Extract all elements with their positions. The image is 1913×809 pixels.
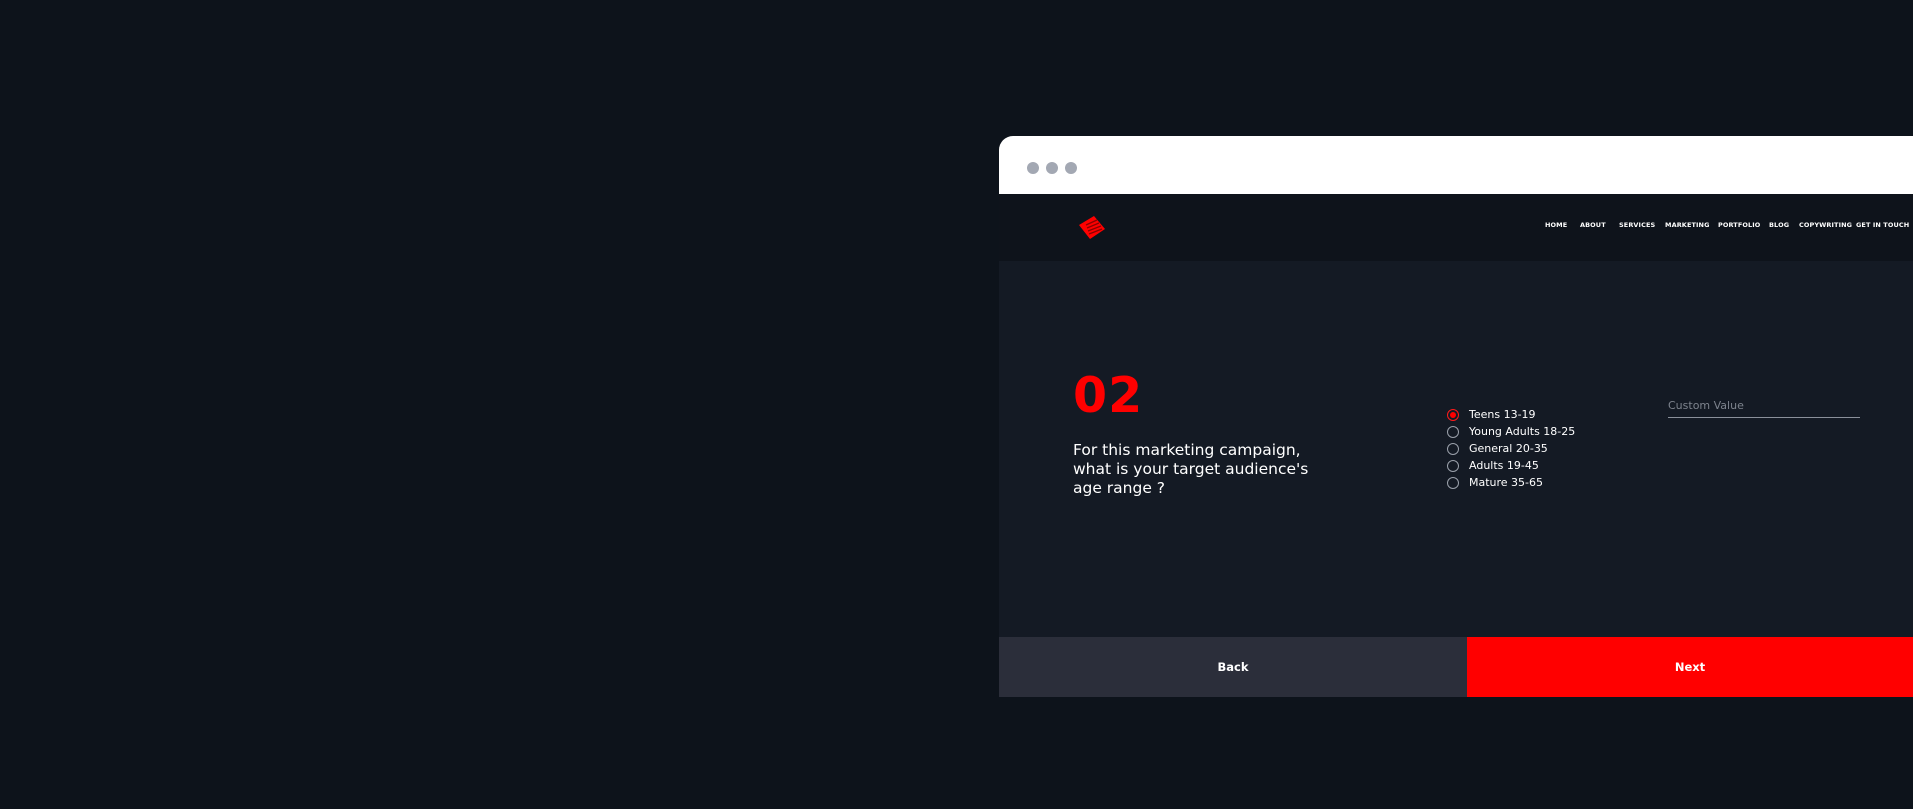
- page: HOME ABOUT SERVICES MARKETING PORTFOLIO …: [0, 0, 1913, 809]
- nav-item-services[interactable]: SERVICES: [1619, 221, 1655, 229]
- radio-unchecked-icon[interactable]: [1447, 460, 1459, 472]
- browser-window: HOME ABOUT SERVICES MARKETING PORTFOLIO …: [999, 136, 1913, 697]
- nav-item-portfolio[interactable]: PORTFOLIO: [1718, 221, 1760, 229]
- nav-item-copywriting[interactable]: COPYWRITING: [1799, 221, 1852, 229]
- next-button[interactable]: Next: [1467, 637, 1913, 697]
- custom-value-input[interactable]: [1668, 395, 1860, 418]
- option-general[interactable]: General 20-35: [1447, 442, 1607, 458]
- window-dot-2[interactable]: [1046, 162, 1058, 174]
- window-dot-3[interactable]: [1065, 162, 1077, 174]
- option-young-adults[interactable]: Young Adults 18-25: [1447, 425, 1607, 441]
- radio-unchecked-icon[interactable]: [1447, 477, 1459, 489]
- option-mature[interactable]: Mature 35-65: [1447, 476, 1607, 492]
- nav-item-home[interactable]: HOME: [1545, 221, 1567, 229]
- nav-item-blog[interactable]: BLOG: [1769, 221, 1789, 229]
- nav-item-about[interactable]: ABOUT: [1580, 221, 1606, 229]
- window-titlebar: [999, 136, 1913, 194]
- radio-unchecked-icon[interactable]: [1447, 426, 1459, 438]
- option-label: Young Adults 18-25: [1469, 425, 1576, 438]
- step-number: 02: [1073, 367, 1144, 424]
- question-panel: 02 For this marketing campaign, what is …: [999, 261, 1913, 637]
- nav-item-get-in-touch[interactable]: GET IN TOUCH: [1856, 221, 1909, 229]
- option-label: Adults 19-45: [1469, 459, 1539, 472]
- nav-item-marketing[interactable]: MARKETING: [1665, 221, 1710, 229]
- option-label: Mature 35-65: [1469, 476, 1544, 489]
- red-diamond-logo-icon[interactable]: [1077, 212, 1107, 242]
- question-text: For this marketing campaign, what is you…: [1073, 441, 1309, 497]
- radio-unchecked-icon[interactable]: [1447, 443, 1459, 455]
- window-dot-1[interactable]: [1027, 162, 1039, 174]
- radio-checked-icon[interactable]: [1447, 409, 1459, 421]
- option-label: Teens 13-19: [1469, 408, 1536, 421]
- site-navbar: HOME ABOUT SERVICES MARKETING PORTFOLIO …: [999, 194, 1913, 261]
- option-label: General 20-35: [1469, 442, 1548, 455]
- option-teens[interactable]: Teens 13-19: [1447, 408, 1607, 424]
- option-adults[interactable]: Adults 19-45: [1447, 459, 1607, 475]
- back-button[interactable]: Back: [999, 637, 1467, 697]
